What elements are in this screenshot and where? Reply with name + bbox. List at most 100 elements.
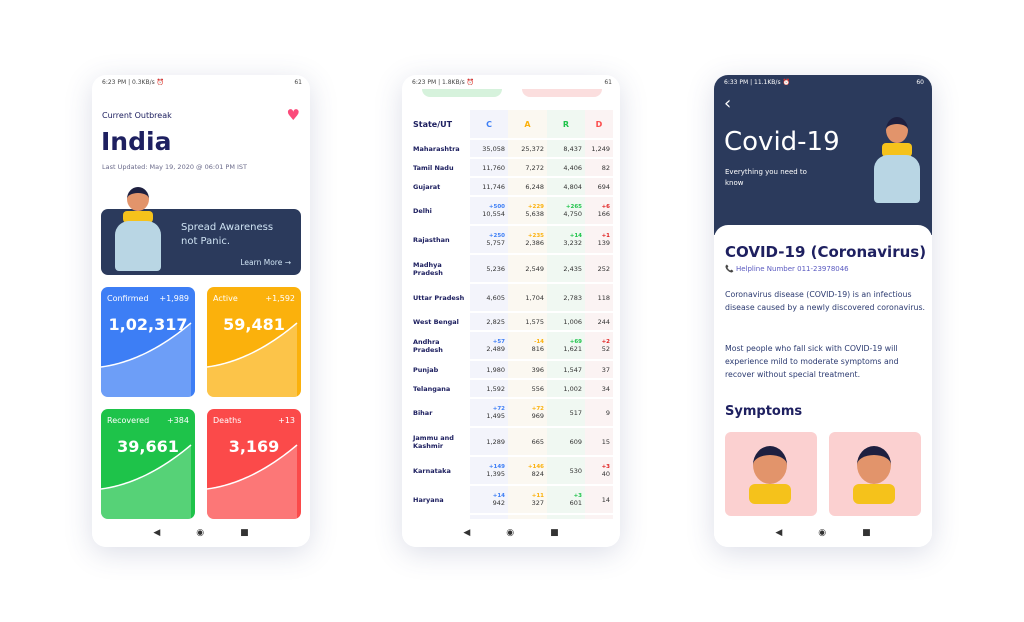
header-state[interactable]: State/UT bbox=[410, 110, 470, 138]
cell-c: +149 1,395 bbox=[470, 457, 508, 484]
total-value: 556 bbox=[531, 384, 544, 393]
total-value: 14 bbox=[601, 495, 610, 504]
total-value: 4,406 bbox=[563, 163, 582, 172]
header-recovered[interactable]: R bbox=[547, 110, 585, 138]
cell-r: +3 601 bbox=[547, 486, 585, 513]
stat-card-confirmed[interactable]: Confirmed +1,989 1,02,317 bbox=[101, 287, 195, 397]
hero-title: Covid-19 bbox=[724, 127, 840, 157]
cell-r: 530 bbox=[547, 457, 585, 484]
table-row[interactable]: West Bengal 2,825 1,575 1,006 244 bbox=[410, 313, 613, 330]
total-value: 166 bbox=[597, 209, 610, 218]
symptom-card-cough[interactable] bbox=[725, 432, 817, 516]
state-name: Uttar Pradesh bbox=[413, 293, 465, 302]
state-name: Haryana bbox=[413, 495, 444, 504]
cell-d: 9 bbox=[585, 399, 613, 426]
cell-d: +3 40 bbox=[585, 457, 613, 484]
cell-a: 396 bbox=[508, 361, 547, 378]
table-row[interactable]: Jammu and Kashmir 1,289 665 609 15 bbox=[410, 428, 613, 455]
navigation-bar: ◀ ◉ ■ bbox=[714, 519, 932, 547]
cell-a: +146 824 bbox=[508, 457, 547, 484]
state-name: Punjab bbox=[413, 365, 439, 374]
total-value: 6,248 bbox=[525, 182, 544, 191]
state-name: Tamil Nadu bbox=[413, 163, 454, 172]
symptom-card-fever[interactable] bbox=[829, 432, 921, 516]
total-value: 139 bbox=[597, 238, 610, 247]
cell-r: 4,804 bbox=[547, 178, 585, 195]
back-nav-icon[interactable]: ◀ bbox=[463, 528, 470, 538]
table-row[interactable]: Uttar Pradesh 4,605 1,704 2,783 118 bbox=[410, 284, 613, 311]
battery-level: 61 bbox=[604, 79, 612, 86]
cell-r: +69 1,621 bbox=[547, 332, 585, 359]
total-value: 1,002 bbox=[563, 384, 582, 393]
home-nav-icon[interactable]: ◉ bbox=[818, 528, 826, 538]
table-row[interactable]: Rajasthan +250 5,757 +235 2,386 +14 3,232 +1 139 bbox=[410, 226, 613, 253]
recent-nav-icon[interactable]: ■ bbox=[240, 528, 249, 538]
status-time: 6:33 PM | 11.1KB/s ⏰ bbox=[724, 79, 790, 86]
trend-sparkline bbox=[101, 322, 192, 397]
heart-icon[interactable]: ♥ bbox=[287, 106, 300, 124]
recent-nav-icon[interactable]: ■ bbox=[862, 528, 871, 538]
table-row[interactable]: Bihar +72 1,495 +72 969 517 9 bbox=[410, 399, 613, 426]
table-row[interactable]: Karnataka +149 1,395 +146 824 530 +3 40 bbox=[410, 457, 613, 484]
header-active[interactable]: A bbox=[508, 110, 547, 138]
total-value: 25,372 bbox=[521, 144, 544, 153]
table-row[interactable]: Madhya Pradesh 5,236 2,549 2,435 252 bbox=[410, 255, 613, 282]
total-value: 1,980 bbox=[486, 365, 505, 374]
recent-nav-icon[interactable]: ■ bbox=[550, 528, 559, 538]
info-heading: COVID-19 (Coronavirus) bbox=[725, 243, 927, 261]
subtitle: Current Outbreak bbox=[102, 111, 172, 120]
awareness-banner[interactable]: Spread Awareness not Panic. Learn More → bbox=[101, 187, 301, 275]
total-value: 9 bbox=[605, 408, 610, 417]
table-row[interactable]: Telangana 1,592 556 1,002 34 bbox=[410, 380, 613, 397]
total-value: 969 bbox=[531, 411, 544, 420]
back-nav-icon[interactable]: ◀ bbox=[153, 528, 160, 538]
home-nav-icon[interactable]: ◉ bbox=[196, 528, 204, 538]
cell-c: 5,236 bbox=[470, 255, 508, 282]
total-value: 609 bbox=[569, 437, 582, 446]
total-value: 327 bbox=[531, 498, 544, 507]
banner-text-2: not Panic. bbox=[181, 236, 231, 247]
description-paragraph: Coronavirus disease (COVID-19) is an inf… bbox=[725, 290, 926, 312]
table-row[interactable]: Punjab 1,980 396 1,547 37 bbox=[410, 361, 613, 378]
total-value: 517 bbox=[569, 408, 582, 417]
back-nav-icon[interactable]: ◀ bbox=[775, 528, 782, 538]
home-nav-icon[interactable]: ◉ bbox=[506, 528, 514, 538]
header-deaths[interactable]: D bbox=[585, 110, 613, 138]
cell-r: 1,006 bbox=[547, 313, 585, 330]
battery-level: 61 bbox=[294, 79, 302, 86]
table-row[interactable]: Haryana +14 942 +11 327 +3 601 14 bbox=[410, 486, 613, 513]
cell-r: 1,002 bbox=[547, 380, 585, 397]
banner-text: Spread Awareness bbox=[181, 222, 274, 233]
total-value: 244 bbox=[597, 317, 610, 326]
cell-r: 2,435 bbox=[547, 255, 585, 282]
table-row[interactable]: Tamil Nadu 11,760 7,272 4,406 82 bbox=[410, 159, 613, 176]
stat-card-recovered[interactable]: Recovered +384 39,661 bbox=[101, 409, 195, 519]
stat-card-active[interactable]: Active +1,592 59,481 bbox=[207, 287, 301, 397]
state-table: State/UT C A R D Maharashtra 35,058 25,372… bbox=[410, 108, 613, 544]
learn-more-link[interactable]: Learn More → bbox=[240, 258, 291, 267]
total-value: 37 bbox=[601, 365, 610, 374]
table-row[interactable]: Maharashtra 35,058 25,372 8,437 1,249 bbox=[410, 140, 613, 157]
state-name: Rajasthan bbox=[413, 235, 450, 244]
table-row[interactable]: Delhi +500 10,554 +229 5,638 +265 4,750 +6 166 bbox=[410, 197, 613, 224]
helpline[interactable]: 📞 Helpline Number 011-23978046 bbox=[725, 265, 849, 273]
table-row[interactable]: Andhra Pradesh +57 2,489 -14 816 +69 1,621 +2 52 bbox=[410, 332, 613, 359]
total-value: 1,289 bbox=[486, 437, 505, 446]
cell-r: 2,783 bbox=[547, 284, 585, 311]
table-row[interactable]: Gujarat 11,746 6,248 4,804 694 bbox=[410, 178, 613, 195]
cell-d: 37 bbox=[585, 361, 613, 378]
navigation-bar: ◀ ◉ ■ bbox=[92, 519, 310, 547]
header-confirmed[interactable]: C bbox=[470, 110, 508, 138]
cell-d: 252 bbox=[585, 255, 613, 282]
cell-r: 8,437 bbox=[547, 140, 585, 157]
cell-a: 7,272 bbox=[508, 159, 547, 176]
back-icon[interactable]: ‹ bbox=[724, 93, 731, 114]
state-name: Telangana bbox=[413, 384, 451, 393]
hero-tagline: Everything you need to know bbox=[725, 168, 807, 187]
total-value: 1,249 bbox=[591, 144, 610, 153]
cell-a: 6,248 bbox=[508, 178, 547, 195]
status-time: 6:23 PM | 0.3KB/s ⏰ bbox=[102, 79, 165, 86]
stat-card-deaths[interactable]: Deaths +13 3,169 bbox=[207, 409, 301, 519]
cell-d: 34 bbox=[585, 380, 613, 397]
cell-d: 118 bbox=[585, 284, 613, 311]
